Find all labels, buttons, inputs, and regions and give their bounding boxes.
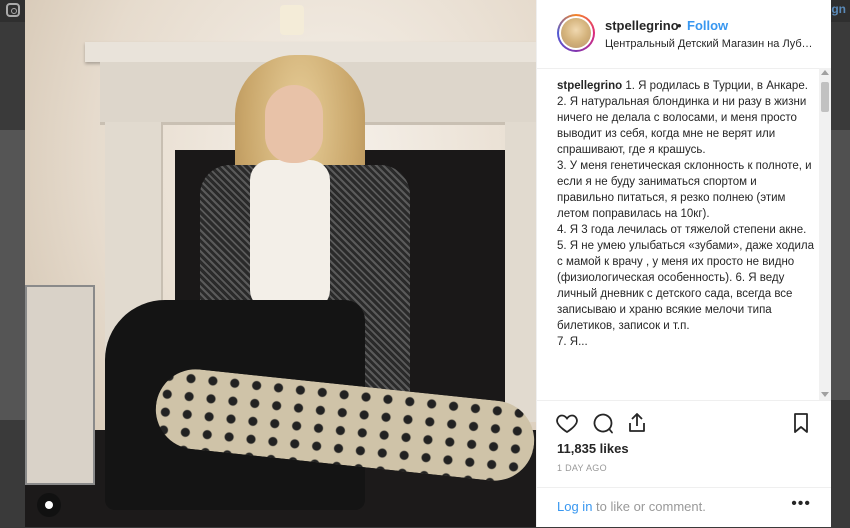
glass-cabinet [25,285,95,485]
login-link[interactable]: Log in [557,499,592,514]
person-face [265,85,323,163]
background-previous-post [0,130,25,420]
avatar[interactable] [557,14,595,52]
person-sweater [250,160,330,310]
follow-button[interactable]: Follow [687,18,728,33]
instagram-logo-icon [6,3,20,17]
likes-count[interactable]: 11,835 likes [557,441,629,456]
post-panel: stpellegrino • Follow Центральный Детски… [536,0,831,527]
scroll-up-arrow-icon[interactable] [821,70,829,75]
caption-scroll-area[interactable]: stpellegrino 1. Я родилась в Турции, в А… [557,78,815,398]
user-tag-icon[interactable] [37,493,61,517]
bookmark-icon[interactable] [789,411,813,435]
caption-line: 1. Я родилась в Турции, в Анкаре. [625,80,808,92]
caption-line: 7. Я... [557,336,588,348]
share-icon[interactable] [625,411,649,435]
comment-bar: Log in to like or comment. ••• [537,487,831,528]
location-link[interactable]: Центральный Детский Магазин на Лубя... [605,38,815,50]
lamp [280,5,304,35]
post-header: stpellegrino • Follow Центральный Детски… [537,0,831,69]
scrollbar-thumb[interactable] [821,82,829,112]
post-photo[interactable] [25,0,536,527]
caption-line: 3. У меня генетическая склонность к полн… [557,160,812,220]
heart-icon[interactable] [555,411,579,435]
login-prompt-text: to like or comment. [592,499,706,514]
caption-line: 4. Я 3 года лечилась от тяжелой степени … [557,224,807,236]
caption-line: 5. Я не умею улыбаться «зубами», даже хо… [557,240,814,332]
login-prompt: Log in to like or comment. [557,499,706,514]
background-next-post [830,130,850,400]
caption-scrollbar[interactable] [819,68,831,400]
separator-dot: • [677,18,682,33]
caption: stpellegrino 1. Я родилась в Турции, в А… [557,78,815,350]
scroll-down-arrow-icon[interactable] [821,392,829,397]
more-options-icon[interactable]: ••• [791,495,811,513]
post-actions: 11,835 likes 1 DAY AGO Log in to like or… [537,400,831,519]
comment-icon[interactable] [591,411,615,435]
caption-line: 2. Я натуральная блондинка и ни разу в ж… [557,96,807,156]
caption-username[interactable]: stpellegrino [557,80,622,92]
background-login-link[interactable]: gn [831,2,846,16]
username-link[interactable]: stpellegrino [605,18,679,33]
post-timestamp[interactable]: 1 DAY AGO [557,463,607,473]
